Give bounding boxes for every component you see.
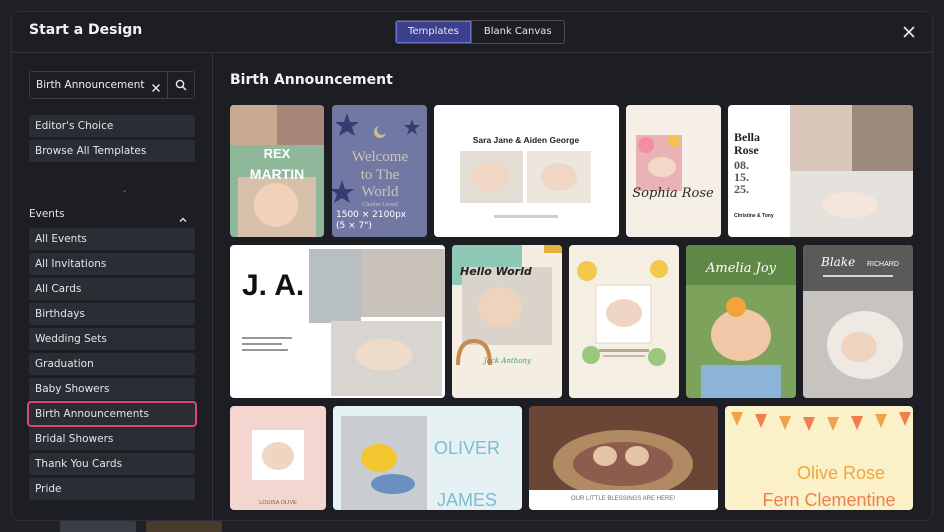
template-card-hello-world[interactable]: Hello World Jack Anthony [452,245,562,398]
card-text: RICHARD [867,261,899,268]
card-text: Fern Clementine [762,490,895,510]
sidebar-item-graduation[interactable]: Graduation [29,353,195,375]
card-text: Christine & Tony [734,213,774,219]
sidebar-item-all-events[interactable]: All Events [29,228,195,250]
scroll-hint: ⌄ [122,187,128,194]
background-thumbnail [60,520,136,532]
card-text: Blake [820,255,855,269]
sidebar-item-wedding-sets[interactable]: Wedding Sets [29,328,195,350]
card-text: 25. [734,182,749,196]
card-text: Bella [734,130,760,144]
tab-blank-canvas[interactable]: Blank Canvas [470,21,564,43]
card-text: Sara Jane & Aiden George [473,135,580,145]
template-card-ja[interactable]: J. A. [230,245,445,398]
card-text: OUR LITTLE BLESSINGS ARE HERE! [571,496,675,502]
template-card-floral-twins[interactable] [569,245,679,398]
sidebar-item-thank-you-cards[interactable]: Thank You Cards [29,453,195,475]
card-text: Jack Anthony [482,357,532,365]
tab-templates[interactable]: Templates [396,21,471,43]
start-design-modal: Start a Design Templates Blank Canvas Bi… [12,12,932,520]
background-thumbnail [146,520,222,532]
sidebar-item-all-invitations[interactable]: All Invitations [29,253,195,275]
card-text: Olive Rose [797,463,885,483]
card-text: J. A. [242,269,304,302]
card-text: JAMES [437,490,497,510]
sidebar-item-editors-choice[interactable]: Editor's Choice [29,115,195,137]
design-mode-toggle: Templates Blank Canvas [395,20,565,44]
sidebar-item-all-cards[interactable]: All Cards [29,278,195,300]
search-button[interactable] [167,72,194,98]
card-text: MARTIN [250,166,304,182]
template-card-bella-rose[interactable]: Bella Rose 08. 15. 25. Christine & Tony [728,105,913,237]
search-icon [175,79,187,91]
sidebar-item-baby-showers[interactable]: Baby Showers [29,378,195,400]
sidebar-section-events[interactable]: Events [29,208,65,220]
close-icon[interactable] [902,24,916,38]
card-dimensions: 1500 × 2100px [336,210,407,220]
template-card-little-blessings[interactable]: OUR LITTLE BLESSINGS ARE HERE! [529,406,718,510]
gallery-title: Birth Announcement [230,72,393,88]
card-text: LOUISA OLIVE [259,500,297,506]
search-box: Birth Announcement [29,71,195,99]
template-gallery: Birth Announcement REX MARTIN Welcome to… [213,53,932,520]
category-sidebar: Birth Announcement Editor's Choice Brows… [12,53,213,520]
sidebar-item-browse-all-templates[interactable]: Browse All Templates [29,140,195,162]
card-text: REX [264,146,291,161]
card-size-overlay: 1500 × 2100px (5 × 7") [336,210,406,232]
card-text: Rose [734,143,759,157]
card-text: OLIVER [434,438,500,458]
template-card-welcome-world[interactable]: Welcome to The World Charles Lionel 1500… [332,105,427,237]
sidebar-item-bridal-showers[interactable]: Bridal Showers [29,428,195,450]
card-text: Amelia Joy [705,261,777,276]
card-inches: (5 × 7") [336,221,372,231]
template-card-olive-fern[interactable]: Olive Rose Fern Clementine [725,406,913,510]
template-card-sophia-rose[interactable]: Sophia Rose [626,105,721,237]
sidebar-item-birth-announcements[interactable]: Birth Announcements [29,403,195,425]
sidebar-item-birthdays[interactable]: Birthdays [29,303,195,325]
template-card-sara-aiden[interactable]: Sara Jane & Aiden George [434,105,619,237]
template-card-rex-martin[interactable]: REX MARTIN [230,105,324,237]
template-card-blake-richard[interactable]: Blake RICHARD [803,245,913,398]
sidebar-item-pride[interactable]: Pride [29,478,195,500]
modal-title: Start a Design [29,22,143,38]
clear-search-icon[interactable] [150,79,162,92]
modal-header: Start a Design Templates Blank Canvas [12,12,932,53]
template-card-oliver-james[interactable]: OLIVER JAMES [333,406,522,510]
search-input[interactable]: Birth Announcement [36,72,146,98]
template-card-amelia-joy[interactable]: Amelia Joy [686,245,796,398]
card-text: Sophia Rose [632,186,714,201]
template-card-louisa-olive[interactable]: LOUISA OLIVE [230,406,326,510]
card-text: Hello World [460,265,532,278]
chevron-up-icon[interactable] [178,210,188,222]
